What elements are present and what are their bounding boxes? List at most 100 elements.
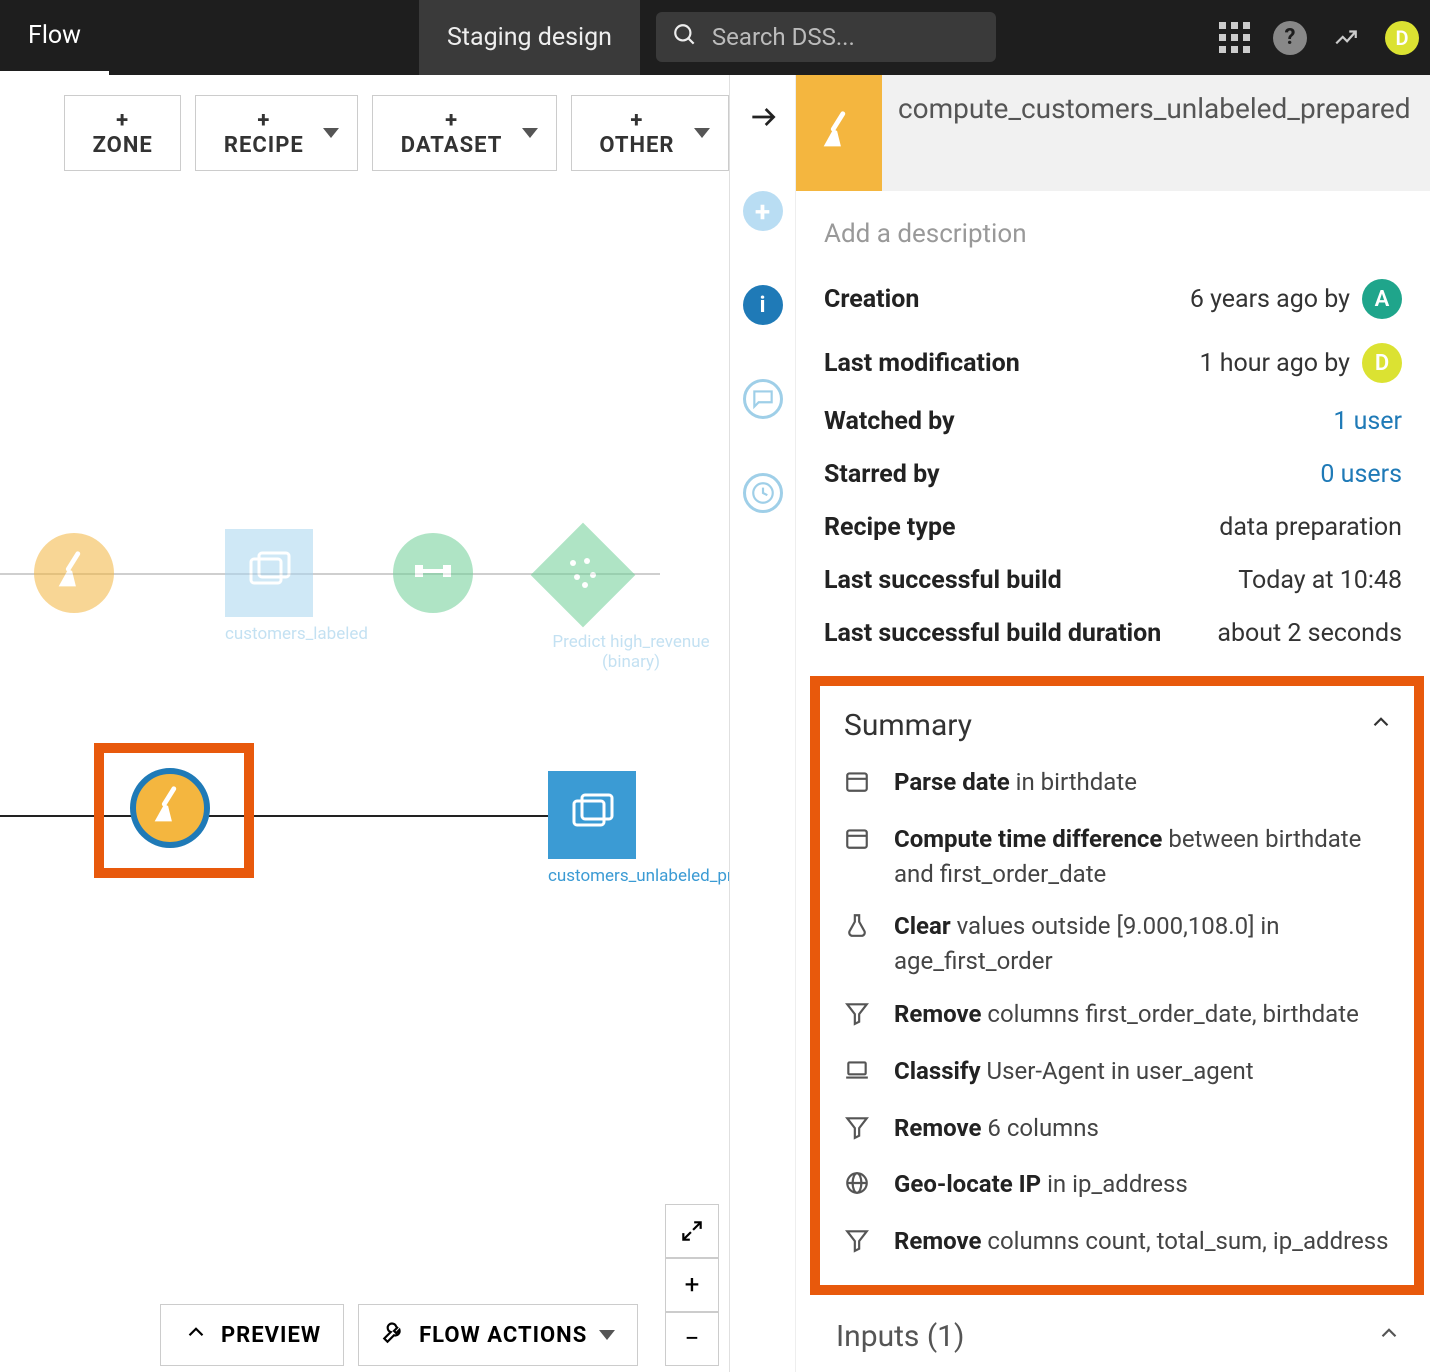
search-input[interactable] bbox=[712, 23, 980, 51]
flow-node-model-predict[interactable]: Predict high_revenue (binary) bbox=[533, 525, 729, 672]
user-avatar[interactable]: D bbox=[1374, 0, 1430, 75]
add-zone-button[interactable]: + ZONE bbox=[64, 95, 181, 171]
add-recipe-button[interactable]: + RECIPE bbox=[195, 95, 358, 171]
meta-watched-key: Watched by bbox=[824, 407, 1323, 436]
nav-flow[interactable]: Flow bbox=[0, 0, 109, 75]
globe-icon bbox=[844, 1170, 874, 1206]
zoom-out-button[interactable]: − bbox=[665, 1312, 719, 1366]
broom-icon bbox=[816, 108, 862, 158]
step-action: Remove bbox=[894, 1000, 981, 1028]
flow-node-ml-train[interactable] bbox=[393, 533, 473, 613]
step-action: Remove bbox=[894, 1114, 981, 1142]
chevron-down-icon bbox=[599, 1330, 615, 1340]
calendar-icon bbox=[844, 825, 874, 892]
summary-step: Compute time difference between birthdat… bbox=[844, 822, 1394, 892]
flask-icon bbox=[844, 912, 874, 979]
detail-title: compute_customers_unlabeled_prepared bbox=[898, 75, 1423, 191]
step-detail: User-Agent in user_agent bbox=[981, 1057, 1254, 1085]
node-label: customers_labeled bbox=[225, 625, 368, 645]
step-action: Compute time difference bbox=[894, 825, 1162, 853]
node-label: Predict high_revenue (binary) bbox=[533, 633, 729, 672]
wrench-icon bbox=[381, 1319, 407, 1351]
starred-link[interactable]: 0 users bbox=[1320, 460, 1402, 489]
modifier-avatar[interactable]: D bbox=[1362, 343, 1402, 383]
trend-icon[interactable] bbox=[1318, 0, 1374, 75]
step-detail: values outside [9.000,108.0] in age_firs… bbox=[894, 912, 1280, 975]
collapse-summary-icon[interactable] bbox=[1368, 708, 1394, 743]
flow-canvas[interactable]: + ZONE + RECIPE + DATASET + OTHER custom… bbox=[0, 75, 730, 1372]
step-detail: 6 columns bbox=[981, 1114, 1098, 1142]
preview-button[interactable]: PREVIEW bbox=[160, 1304, 344, 1366]
meta-type-key: Recipe type bbox=[824, 513, 1209, 542]
recipe-type-badge bbox=[796, 75, 882, 191]
description-placeholder[interactable]: Add a description bbox=[796, 191, 1430, 277]
meta-build-value: Today at 10:48 bbox=[1238, 566, 1402, 595]
node-label: customers_unlabeled_prepared bbox=[548, 867, 730, 887]
inputs-section-header[interactable]: Inputs (1) bbox=[796, 1295, 1430, 1354]
meta-starred-key: Starred by bbox=[824, 460, 1310, 489]
summary-step: Geo-locate IP in ip_address bbox=[844, 1167, 1394, 1206]
preview-label: PREVIEW bbox=[221, 1323, 321, 1348]
add-recipe-label: + RECIPE bbox=[214, 108, 313, 158]
flow-node-dataset-customers-labeled[interactable]: customers_labeled bbox=[225, 529, 368, 645]
step-action: Parse date bbox=[894, 768, 1010, 796]
step-action: Remove bbox=[894, 1227, 981, 1255]
flow-actions-label: FLOW ACTIONS bbox=[419, 1323, 587, 1348]
chevron-down-icon bbox=[522, 128, 538, 138]
help-icon[interactable]: ? bbox=[1262, 0, 1318, 75]
step-detail: in birthdate bbox=[1010, 768, 1137, 796]
dumbbell-icon bbox=[409, 547, 457, 599]
detail-header: compute_customers_unlabeled_prepared bbox=[796, 75, 1430, 191]
add-other-button[interactable]: + OTHER bbox=[571, 95, 729, 171]
laptop-icon bbox=[844, 1057, 874, 1093]
chevron-down-icon bbox=[694, 128, 710, 138]
staging-design-indicator[interactable]: Staging design bbox=[419, 0, 640, 75]
meta-creation-value: 6 years ago by bbox=[1190, 285, 1350, 314]
zoom-in-button[interactable]: + bbox=[665, 1258, 719, 1312]
meta-build-key: Last successful build bbox=[824, 566, 1228, 595]
filter-icon bbox=[844, 1227, 874, 1263]
inputs-label: Inputs (1) bbox=[836, 1319, 964, 1354]
step-detail: columns count, total_sum, ip_address bbox=[981, 1227, 1388, 1255]
fullscreen-button[interactable] bbox=[665, 1204, 719, 1258]
staging-label: Staging design bbox=[447, 23, 612, 52]
summary-section: Summary Parse date in birthdate Compute … bbox=[810, 676, 1424, 1295]
global-search[interactable] bbox=[656, 12, 996, 62]
creator-avatar[interactable]: A bbox=[1362, 279, 1402, 319]
step-detail: columns first_order_date, birthdate bbox=[981, 1000, 1358, 1028]
avatar-me: D bbox=[1385, 21, 1419, 55]
flow-actions-button[interactable]: FLOW ACTIONS bbox=[358, 1304, 638, 1366]
add-dataset-button[interactable]: + DATASET bbox=[372, 95, 557, 171]
nav-flow-label: Flow bbox=[28, 21, 81, 50]
flow-node-dataset-unlabeled-prepared[interactable]: customers_unlabeled_prepared bbox=[548, 771, 730, 887]
info-tab-icon[interactable]: i bbox=[743, 285, 783, 325]
dataset-icon bbox=[568, 791, 616, 839]
add-tab-icon[interactable]: + bbox=[743, 191, 783, 231]
calendar-icon bbox=[844, 768, 874, 804]
meta-dur-value: about 2 seconds bbox=[1217, 619, 1402, 648]
summary-step: Remove columns first_order_date, birthda… bbox=[844, 997, 1394, 1036]
flow-node-recipe-prep-1[interactable] bbox=[34, 533, 114, 613]
flow-node-recipe-selected[interactable] bbox=[130, 768, 210, 848]
summary-step: Parse date in birthdate bbox=[844, 765, 1394, 804]
meta-type-value: data preparation bbox=[1219, 513, 1402, 542]
summary-title: Summary bbox=[844, 708, 972, 743]
meta-creation-key: Creation bbox=[824, 285, 1180, 314]
top-bar: Flow Staging design ? D bbox=[0, 0, 1430, 75]
step-detail: in ip_address bbox=[1041, 1170, 1188, 1198]
step-action: Classify bbox=[894, 1057, 981, 1085]
summary-step: Classify User-Agent in user_agent bbox=[844, 1054, 1394, 1093]
step-action: Geo-locate IP bbox=[894, 1170, 1041, 1198]
filter-icon bbox=[844, 1114, 874, 1150]
watched-link[interactable]: 1 user bbox=[1333, 407, 1402, 436]
summary-step: Remove 6 columns bbox=[844, 1111, 1394, 1150]
history-tab-icon[interactable] bbox=[743, 473, 783, 513]
collapse-panel-icon[interactable] bbox=[747, 101, 779, 137]
chevron-up-icon bbox=[183, 1319, 209, 1351]
model-icon bbox=[565, 555, 601, 595]
meta-lastmod-key: Last modification bbox=[824, 349, 1189, 378]
meta-dur-key: Last successful build duration bbox=[824, 619, 1207, 648]
add-dataset-label: + DATASET bbox=[391, 108, 512, 158]
discussion-tab-icon[interactable] bbox=[743, 379, 783, 419]
apps-menu-icon[interactable] bbox=[1206, 0, 1262, 75]
